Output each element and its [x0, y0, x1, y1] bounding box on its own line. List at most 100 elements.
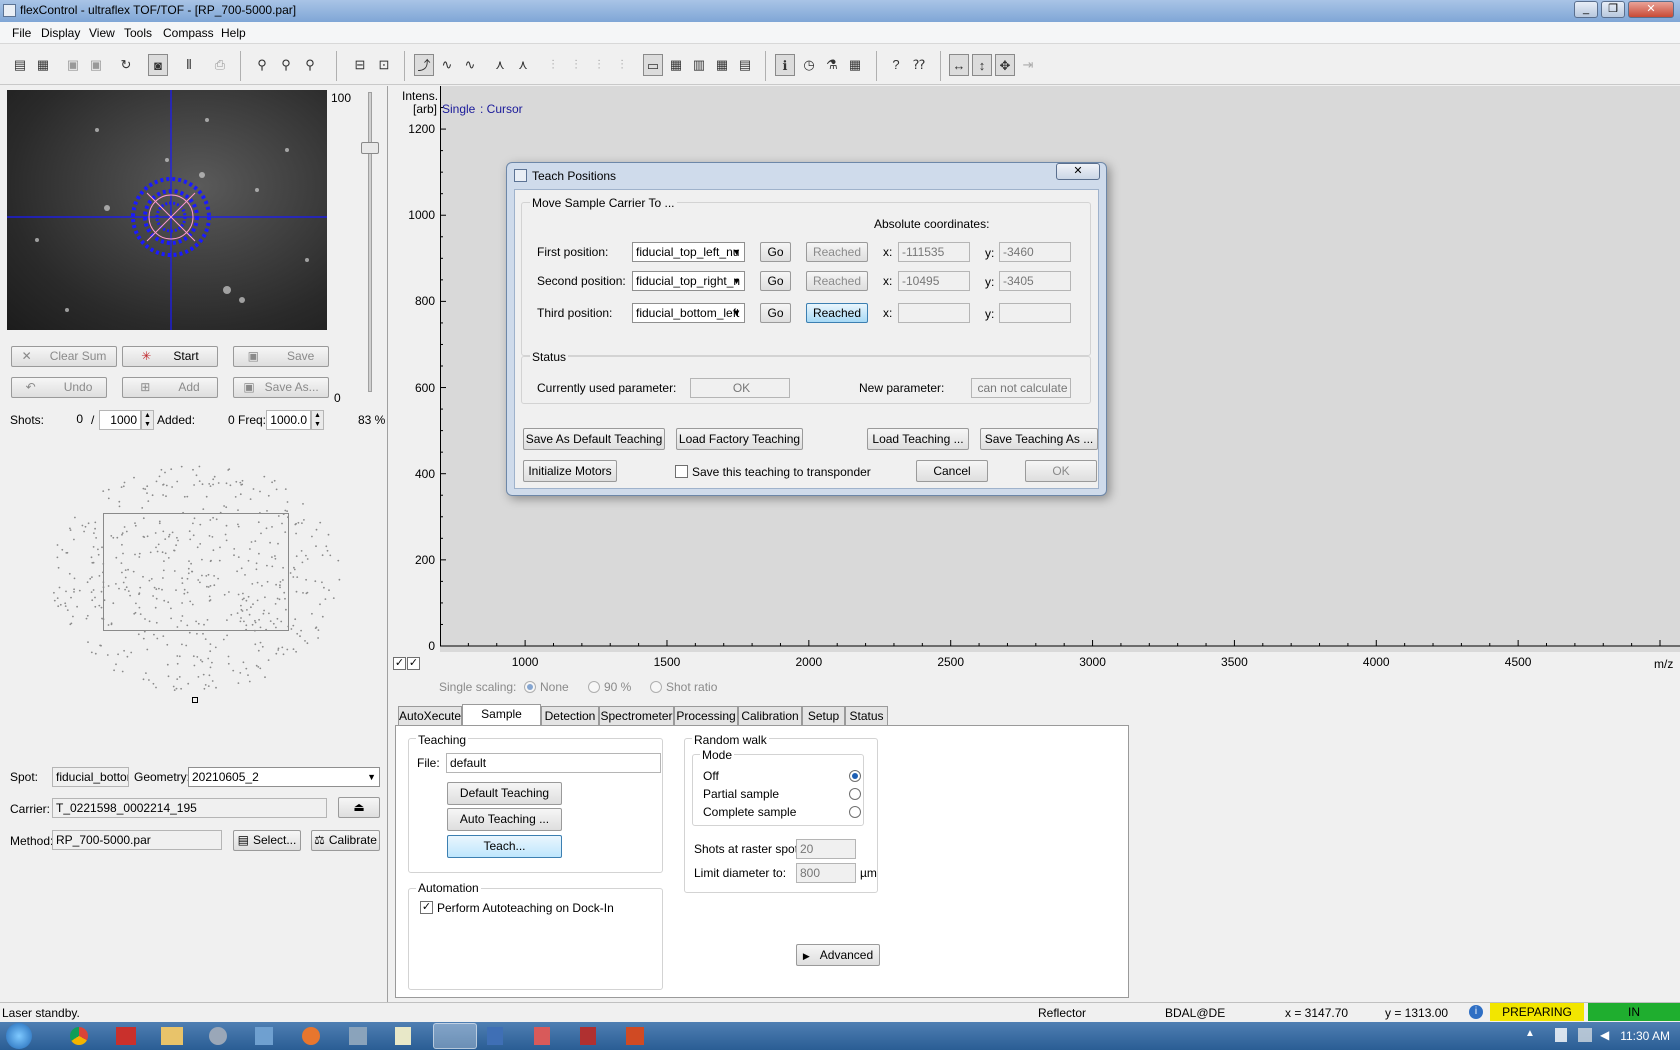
app-wrench-icon[interactable] — [349, 1027, 367, 1045]
shots-spinner[interactable]: ▲ ▼ — [141, 410, 154, 430]
save-button[interactable]: ▣ Save — [233, 346, 329, 367]
mode-off-radio[interactable] — [849, 770, 861, 782]
app-red-icon[interactable] — [116, 1027, 136, 1045]
select-method-button[interactable]: ▤ Select... — [233, 830, 301, 851]
layout4-icon[interactable]: ▦ — [712, 54, 732, 76]
dialog-close-button[interactable]: ✕ — [1056, 163, 1100, 180]
flexcontrol-task-icon[interactable] — [433, 1023, 477, 1049]
undo-button[interactable]: ↶ Undo — [11, 377, 107, 398]
teach-button[interactable]: Teach... — [447, 835, 562, 858]
info-icon[interactable]: ℹ — [775, 54, 795, 76]
panel-icon[interactable]: ⊟ — [350, 54, 370, 76]
default-teaching-button[interactable]: Default Teaching — [447, 782, 562, 805]
fit-all-icon[interactable]: ✥ — [995, 54, 1015, 76]
zoom-reset-icon[interactable]: ⚲ — [300, 54, 320, 76]
refresh-icon[interactable]: ↻ — [116, 54, 136, 76]
freq-spinner[interactable]: ▲ ▼ — [311, 410, 324, 430]
calibrate-button[interactable]: ⚖ Calibrate — [311, 830, 380, 851]
app-gear-icon[interactable] — [209, 1027, 227, 1045]
shots-raster-input[interactable]: 20 — [796, 839, 856, 859]
overlay2-checkbox[interactable]: ✓ — [407, 657, 420, 670]
menu-tools[interactable]: Tools — [124, 26, 152, 40]
intensity-slider-thumb[interactable] — [361, 142, 379, 154]
filter4-icon[interactable]: ⫶ — [612, 54, 632, 76]
load-factory-teaching-button[interactable]: Load Factory Teaching — [676, 428, 803, 450]
overlay-checkbox[interactable]: ✓ — [393, 657, 406, 670]
tray-network-icon[interactable] — [1578, 1028, 1592, 1042]
geometry-select[interactable]: 20210605_2 ▼ — [188, 767, 380, 787]
minimize-button[interactable]: _ — [1574, 1, 1598, 18]
start-orb-icon[interactable] — [6, 1023, 32, 1049]
tab-autoxecute[interactable]: AutoXecute — [398, 706, 462, 726]
save-transponder-checkbox[interactable] — [675, 465, 688, 478]
save-teaching-as-button[interactable]: Save Teaching As ... — [980, 428, 1098, 450]
advanced-button[interactable]: ▶ Advanced — [796, 944, 880, 966]
save-default-teaching-button[interactable]: Save As Default Teaching — [523, 428, 665, 450]
notepad-icon[interactable] — [395, 1027, 411, 1045]
zoom-in-icon[interactable]: ⚲ — [252, 54, 272, 76]
app-doc-icon[interactable] — [487, 1027, 503, 1045]
tab-sample-carrier[interactable]: Sample Carrier — [462, 704, 541, 739]
clear-sum-button[interactable]: ✕ Clear Sum — [11, 346, 117, 367]
firefox-icon[interactable] — [302, 1027, 320, 1045]
tab-setup[interactable]: Setup — [802, 706, 845, 726]
tab-spectrometer[interactable]: Spectrometer — [599, 706, 674, 726]
mark-alt-icon[interactable]: ⋏ — [513, 54, 533, 76]
method-icon[interactable]: ⚗ — [822, 54, 842, 76]
maximize-button[interactable]: ❐ — [1601, 1, 1625, 18]
app-tools-icon[interactable] — [255, 1027, 273, 1045]
filter2-icon[interactable]: ⫶ — [566, 54, 586, 76]
peak-alt-icon[interactable]: ∿ — [460, 54, 480, 76]
second-go-button[interactable]: Go — [760, 271, 791, 291]
menu-help[interactable]: Help — [221, 26, 246, 40]
third-position-select[interactable]: fiducial_bottom_left ▼ — [632, 303, 745, 323]
freq-input[interactable]: 1000.0 — [266, 410, 311, 430]
save-icon[interactable]: ▣ — [63, 54, 83, 76]
close-button[interactable]: ✕ — [1628, 1, 1674, 18]
filter3-icon[interactable]: ⫶ — [589, 54, 609, 76]
filter-icon[interactable]: ⫶ — [543, 54, 563, 76]
clock-icon[interactable]: ◷ — [799, 54, 819, 76]
save-as-button[interactable]: ▣ Save As... — [233, 377, 329, 398]
load-teaching-button[interactable]: Load Teaching ... — [867, 428, 969, 450]
first-go-button[interactable]: Go — [760, 242, 791, 262]
first-position-select[interactable]: fiducial_top_left_nu ▼ — [632, 242, 745, 262]
second-position-select[interactable]: fiducial_top_right_n ▼ — [632, 271, 745, 291]
third-reached-button[interactable]: Reached — [806, 303, 868, 323]
save-all-icon[interactable]: ▦ — [33, 54, 53, 76]
app-media-icon[interactable] — [580, 1027, 596, 1045]
mode-complete-radio[interactable] — [849, 806, 861, 818]
teaching-file-input[interactable]: default — [446, 753, 661, 773]
menu-display[interactable]: Display — [41, 26, 80, 40]
grid-icon[interactable]: ▦ — [845, 54, 865, 76]
print-icon[interactable]: ⎙ — [210, 54, 230, 76]
camera-view[interactable] — [7, 90, 327, 330]
eject-button[interactable]: ⏏ — [338, 797, 380, 818]
camera-icon[interactable]: ◙ — [148, 54, 168, 76]
tray-arrow-icon[interactable]: ▲ — [1525, 1028, 1535, 1039]
sample-carrier-map[interactable] — [0, 437, 388, 747]
context-help-icon[interactable]: ⁇ — [909, 54, 929, 76]
chrome-icon[interactable] — [70, 1027, 88, 1045]
limit-diameter-input[interactable]: 800 — [796, 863, 856, 883]
panel-alt-icon[interactable]: ⊡ — [374, 54, 394, 76]
save-copy-icon[interactable]: ▣ — [86, 54, 106, 76]
peak-pick-icon[interactable]: ⤴ — [414, 54, 434, 76]
menu-compass[interactable]: Compass — [163, 26, 214, 40]
pan-icon[interactable]: ⇥ — [1018, 54, 1038, 76]
zoom-out-icon[interactable]: ⚲ — [276, 54, 296, 76]
mark-icon[interactable]: ⋏ — [490, 54, 510, 76]
layout3-icon[interactable]: ▥ — [689, 54, 709, 76]
spectrum-icon[interactable]: ⫴ — [179, 54, 199, 76]
cancel-button[interactable]: Cancel — [916, 460, 988, 482]
powerpoint-icon[interactable] — [626, 1027, 644, 1045]
mode-partial-radio[interactable] — [849, 788, 861, 800]
tab-detection[interactable]: Detection — [541, 706, 599, 726]
menu-file[interactable]: File — [12, 26, 31, 40]
tab-processing[interactable]: Processing — [674, 706, 738, 726]
layout2-icon[interactable]: ▦ — [666, 54, 686, 76]
auto-teaching-button[interactable]: Auto Teaching ... — [447, 808, 562, 831]
layout5-icon[interactable]: ▤ — [735, 54, 755, 76]
scaling-none-radio[interactable] — [524, 681, 536, 693]
app-chart-icon[interactable] — [534, 1027, 550, 1045]
